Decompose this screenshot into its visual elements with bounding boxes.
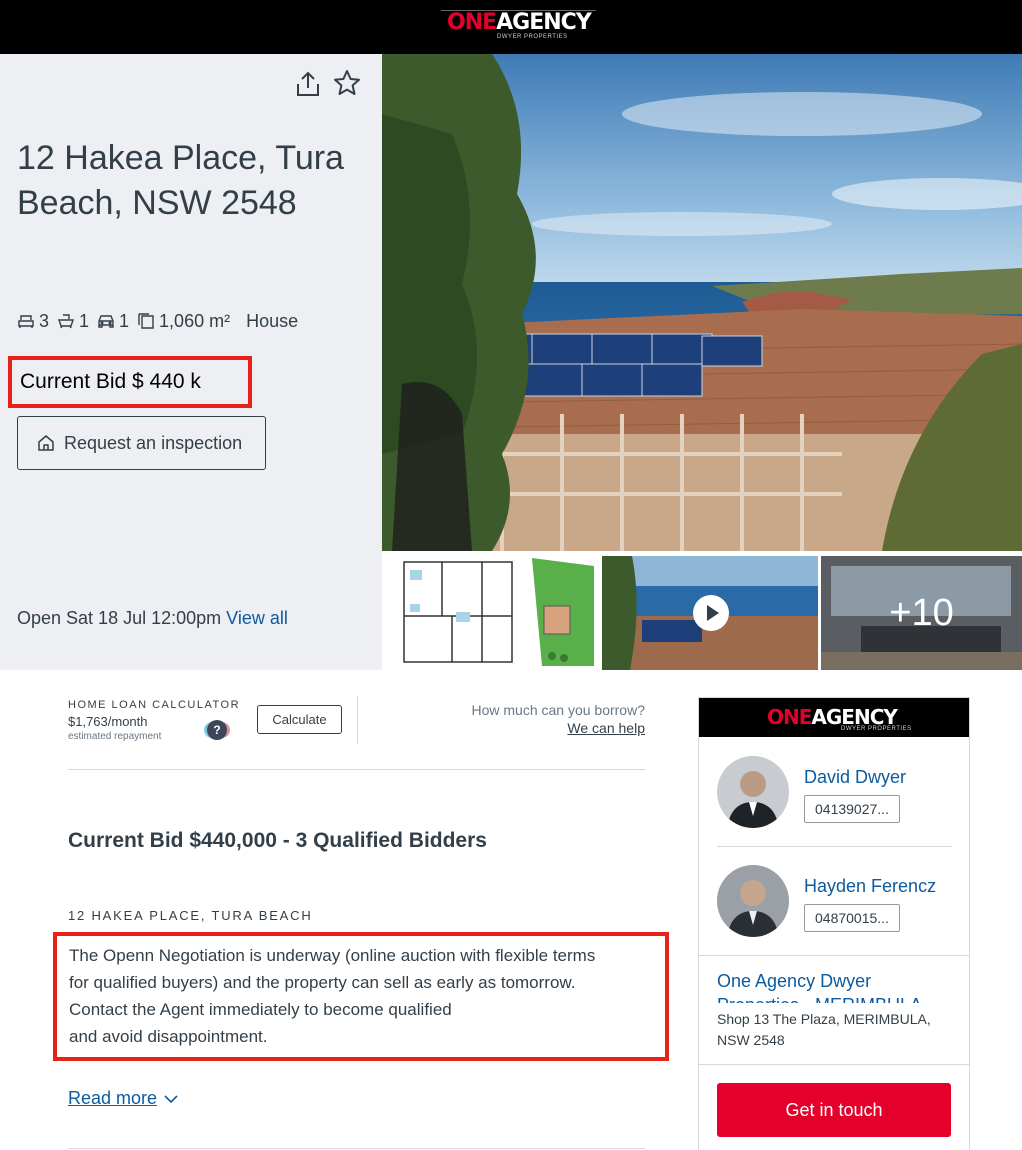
calculate-button[interactable]: Calculate — [257, 705, 342, 734]
listing-description: The Openn Negotiation is underway (onlin… — [69, 942, 669, 1050]
agent-hayden-ferencz: Hayden Ferencz 04870015... — [717, 865, 952, 955]
star-icon[interactable] — [332, 68, 362, 98]
avatar[interactable] — [717, 756, 789, 828]
car-spaces-feature: 1 — [97, 311, 129, 332]
agent-contact-card: ONEAGENCY DWYER PROPERTIES David Dwyer 0… — [698, 697, 970, 1150]
description-line: The Openn Negotiation is underway (onlin… — [69, 946, 596, 965]
land-size-feature: 1,060 m² — [137, 311, 230, 332]
open-home-info: Open Sat 18 Jul 12:00pm View all — [17, 608, 288, 629]
section-divider — [68, 1148, 645, 1149]
description-line: Contact the Agent immediately to become … — [69, 1000, 452, 1019]
description-line: for qualified buyers) and the property c… — [69, 973, 576, 992]
hero-photo[interactable] — [382, 54, 1022, 551]
view-all-link[interactable]: View all — [226, 608, 288, 628]
hero-image — [382, 54, 1022, 551]
bedrooms-count: 3 — [39, 310, 50, 331]
agency-logo-small[interactable]: ONEAGENCY DWYER PROPERTIES — [767, 707, 911, 732]
get-in-touch-button[interactable]: Get in touch — [717, 1083, 951, 1137]
help-icon[interactable]: ? — [207, 720, 227, 740]
read-more-link[interactable]: Read more — [68, 1088, 179, 1109]
land-size: 1,060 m² — [159, 310, 231, 331]
car-spaces-count: 1 — [119, 310, 130, 331]
car-icon — [98, 315, 114, 328]
listing-headline: Current Bid $440,000 - 3 Qualified Bidde… — [68, 829, 487, 852]
house-icon — [38, 435, 54, 451]
bed-icon — [18, 315, 34, 328]
agent-divider — [717, 846, 952, 847]
logo-tagline: DWYER PROPERTIES — [497, 34, 568, 40]
property-features: 3 1 1 1,060 m² House — [17, 309, 306, 333]
bedrooms-feature: 3 — [17, 311, 49, 332]
play-button[interactable] — [693, 595, 729, 631]
request-inspection-button[interactable]: Request an inspection — [17, 416, 266, 470]
chevron-down-icon — [164, 1094, 178, 1103]
we-can-help-link[interactable]: We can help — [567, 720, 645, 736]
current-bid: Current Bid $ 440 k — [20, 370, 201, 393]
floorplan-thumbnail[interactable] — [382, 556, 599, 670]
borrow-question: How much can you borrow? — [471, 702, 645, 718]
agency-address: Shop 13 The Plaza, MERIMBULA, NSW 2548 — [717, 1011, 931, 1048]
bath-icon — [58, 314, 74, 329]
agent-david-dwyer: David Dwyer 04139027... — [717, 756, 952, 846]
land-icon — [138, 313, 154, 329]
bathrooms-count: 1 — [79, 310, 90, 331]
description-line: and avoid disappointment. — [69, 1027, 268, 1046]
card-divider — [699, 955, 969, 956]
site-header: ONEAGENCY DWYER PROPERTIES — [0, 0, 1022, 54]
calculator-divider — [357, 696, 358, 744]
request-inspection-label: Request an inspection — [64, 432, 243, 453]
repayment-amount: $1,763/month — [68, 714, 148, 729]
listing-sub-address: 12 HAKEA PLACE, TURA BEACH — [68, 908, 313, 923]
more-photos-thumbnail[interactable]: +10 — [821, 556, 1022, 670]
bathrooms-feature: 1 — [57, 311, 89, 332]
listing-summary-panel: 12 Hakea Place, Tura Beach, NSW 2548 3 1… — [0, 54, 382, 670]
listing-address: 12 Hakea Place, Tura Beach, NSW 2548 — [17, 139, 344, 222]
agent-phone-button[interactable]: 04870015... — [804, 904, 900, 932]
agent-name[interactable]: Hayden Ferencz — [804, 876, 936, 897]
open-home-time: Open Sat 18 Jul 12:00pm — [17, 608, 222, 628]
home-loan-calculator: HOME LOAN CALCULATOR $1,763/month estima… — [68, 696, 645, 770]
agency-name-link[interactable]: One Agency Dwyer Properties - MERIMBULA — [717, 969, 952, 1003]
calculator-title: HOME LOAN CALCULATOR — [68, 699, 241, 711]
logo-tagline: DWYER PROPERTIES — [841, 726, 912, 732]
more-photos-count: +10 — [889, 591, 954, 634]
share-icon[interactable] — [294, 70, 322, 98]
card-divider — [699, 1064, 969, 1065]
agent-phone-button[interactable]: 04139027... — [804, 795, 900, 823]
play-icon — [707, 605, 719, 621]
agent-name[interactable]: David Dwyer — [804, 767, 906, 788]
property-type: House — [246, 310, 299, 331]
agency-logo[interactable]: ONEAGENCY DWYER PROPERTIES — [441, 10, 596, 40]
agent-card-header: ONEAGENCY DWYER PROPERTIES — [699, 698, 969, 737]
repayment-label: estimated repayment — [68, 731, 162, 742]
video-thumbnail[interactable] — [602, 556, 818, 670]
avatar[interactable] — [717, 865, 789, 937]
read-more-label: Read more — [68, 1088, 158, 1108]
floorplan-image — [382, 556, 599, 670]
